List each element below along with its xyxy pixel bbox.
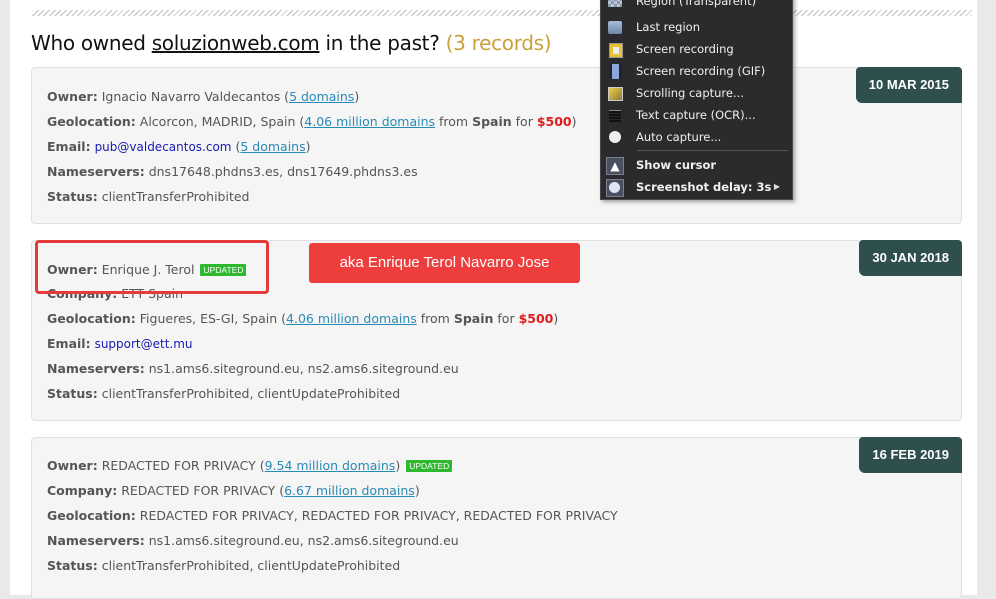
company-row: Company: REDACTED FOR PRIVACY (6.67 mill… (47, 483, 420, 498)
menu-item-screen-recording-gif[interactable]: Screen recording (GIF) (601, 61, 792, 83)
title-prefix: Who owned (31, 31, 152, 55)
film-strip-icon (609, 64, 622, 79)
email-link[interactable]: support@ett.mu (95, 337, 193, 351)
menu-item-region-transparent[interactable]: Region (Transparent) (601, 0, 792, 13)
record-date: 16 FEB 2019 (859, 437, 962, 473)
page-title: Who owned soluzionweb.com in the past? (… (31, 31, 552, 55)
owner-row: Owner: REDACTED FOR PRIVACY (9.54 millio… (47, 458, 453, 473)
email-link[interactable]: pub@valdecantos.com (95, 140, 232, 154)
menu-item-last-region[interactable]: Last region (601, 17, 792, 39)
aka-annotation: aka Enrique Terol Navarro Jose (309, 243, 580, 283)
status-row: Status: clientTransferProhibited (47, 189, 250, 204)
nameservers-row: Nameservers: ns1.ams6.siteground.eu, ns2… (47, 361, 459, 376)
domain-link[interactable]: soluzionweb.com (152, 31, 320, 55)
region-transparent-icon (608, 0, 622, 7)
delay-clock-icon (606, 179, 624, 197)
menu-item-screen-recording[interactable]: Screen recording (601, 39, 792, 61)
cursor-icon: ▲ (606, 157, 624, 175)
capture-context-menu: Region (Transparent) Last region Screen … (600, 0, 793, 200)
menu-item-scrolling-capture[interactable]: Scrolling capture... (601, 83, 792, 105)
owner-domains-link[interactable]: 5 domains (289, 89, 354, 104)
hatched-divider (32, 10, 972, 16)
owner-row: Owner: Ignacio Navarro Valdecantos (5 do… (47, 89, 360, 104)
record-count: (3 records) (445, 31, 552, 55)
company-domains-link[interactable]: 6.67 million domains (284, 483, 415, 498)
status-row: Status: clientTransferProhibited, client… (47, 558, 401, 573)
email-row: Email: support@ett.mu (47, 336, 193, 351)
history-record: 10 MAR 2015 Owner: Ignacio Navarro Valde… (31, 67, 962, 224)
clock-icon (609, 131, 621, 143)
owner-domains-link[interactable]: 9.54 million domains (265, 458, 396, 473)
last-region-icon (608, 21, 622, 34)
owner-highlight-box (35, 240, 269, 294)
text-lines-icon (609, 110, 621, 122)
menu-item-show-cursor[interactable]: ▲ Show cursor (601, 155, 792, 177)
menu-item-screenshot-delay[interactable]: Screenshot delay: 3s ▶ (601, 177, 792, 199)
scrolling-capture-icon (608, 87, 623, 101)
geo-domains-link[interactable]: 4.06 million domains (304, 114, 435, 129)
nameservers-row: Nameservers: ns1.ams6.siteground.eu, ns2… (47, 533, 459, 548)
geolocation-row: Geolocation: REDACTED FOR PRIVACY, REDAC… (47, 508, 618, 523)
geo-domains-link[interactable]: 4.06 million domains (286, 311, 417, 326)
nameservers-row: Nameservers: dns17648.phdns3.es, dns1764… (47, 164, 418, 179)
title-suffix: in the past? (319, 31, 446, 55)
menu-item-text-capture[interactable]: Text capture (OCR)... (601, 105, 792, 127)
price: $500 (518, 311, 554, 326)
email-row: Email: pub@valdecantos.com (5 domains) (47, 139, 311, 154)
updated-badge: UPDATED (406, 460, 453, 472)
status-row: Status: clientTransferProhibited, client… (47, 386, 401, 401)
menu-item-auto-capture[interactable]: Auto capture... (601, 127, 792, 149)
record-date: 10 MAR 2015 (855, 67, 962, 103)
history-record: 16 FEB 2019 Owner: REDACTED FOR PRIVACY … (31, 437, 962, 599)
screen-recording-icon (609, 43, 623, 58)
page-content: Who owned soluzionweb.com in the past? (… (10, 0, 977, 599)
email-domains-link[interactable]: 5 domains (240, 139, 305, 154)
geolocation-row: Geolocation: Figueres, ES-GI, Spain (4.0… (47, 311, 559, 326)
submenu-arrow-icon: ▶ (773, 182, 780, 191)
price: $500 (536, 114, 572, 129)
record-date: 30 JAN 2018 (859, 240, 962, 276)
menu-separator (637, 150, 788, 151)
geolocation-row: Geolocation: Alcorcon, MADRID, Spain (4.… (47, 114, 577, 129)
